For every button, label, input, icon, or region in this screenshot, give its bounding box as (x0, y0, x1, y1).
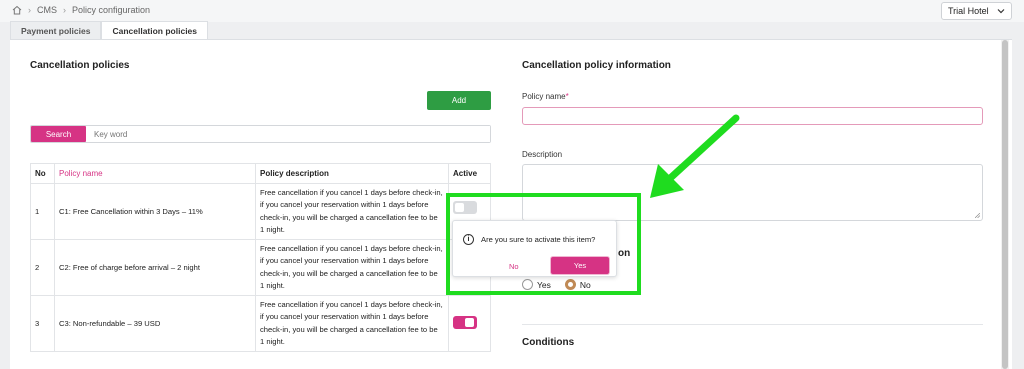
row-active-cell (448, 295, 491, 352)
row-no: 3 (30, 295, 55, 352)
policy-information-title: Cancellation policy information (522, 60, 671, 71)
row-no: 2 (30, 239, 55, 296)
hotel-select-value: Trial Hotel (948, 6, 989, 16)
table-row[interactable]: 2 C2: Free of charge before arrival – 2 … (30, 239, 491, 296)
confirm-message-text: Are you sure to activate this item? (481, 235, 596, 244)
confirm-popover: i Are you sure to activate this item? No… (452, 220, 617, 277)
cancellation-policies-title: Cancellation policies (30, 60, 130, 71)
search-button[interactable]: Search (31, 126, 86, 142)
required-mark: * (565, 92, 569, 101)
row-policy-name: C1: Free Cancellation within 3 Days – 11… (54, 183, 256, 240)
breadcrumb: › CMS › Policy configuration (12, 5, 150, 15)
breadcrumb-cms[interactable]: CMS (37, 5, 57, 15)
top-bar: › CMS › Policy configuration Trial Hotel (0, 0, 1024, 22)
table-row[interactable]: 1 C1: Free Cancellation within 3 Days – … (30, 183, 491, 240)
home-icon[interactable] (12, 5, 22, 15)
header-active: Active (448, 163, 491, 184)
tab-cancellation-policies[interactable]: Cancellation policies (101, 21, 209, 39)
policies-table: No Policy name Policy description Active… (30, 163, 491, 352)
add-button[interactable]: Add (427, 91, 491, 110)
scrollbar-thumb[interactable] (1002, 40, 1008, 369)
keyword-input[interactable] (86, 126, 490, 142)
confirm-yes-button[interactable]: Yes (551, 257, 609, 274)
info-icon: i (463, 234, 474, 245)
scrollbar[interactable] (1001, 40, 1009, 369)
resize-handle-icon[interactable] (975, 213, 980, 218)
confirm-no-button[interactable]: No (509, 262, 519, 271)
confirm-message: i Are you sure to activate this item? (463, 234, 595, 245)
row-policy-name: C3: Non-refundable – 39 USD (54, 295, 256, 352)
chevron-right-icon: › (63, 5, 66, 15)
breadcrumb-policy-configuration: Policy configuration (72, 5, 151, 15)
tab-bar: Payment policies Cancellation policies (10, 21, 209, 39)
active-toggle[interactable] (453, 316, 477, 329)
row-policy-description: Free cancellation if you cancel 1 days b… (255, 239, 449, 296)
search-bar: Search (30, 125, 491, 143)
chevron-down-icon (997, 9, 1005, 14)
annotation-arrow-icon (650, 114, 740, 198)
row-policy-name: C2: Free of charge before arrival – 2 ni… (54, 239, 256, 296)
policy-name-label-text: Policy name (522, 92, 566, 101)
table-header-row: No Policy name Policy description Active (30, 163, 491, 184)
header-policy-name[interactable]: Policy name (54, 163, 256, 184)
chevron-right-icon: › (28, 5, 31, 15)
description-label: Description (522, 150, 563, 159)
table-row[interactable]: 3 C3: Non-refundable – 39 USD Free cance… (30, 295, 491, 352)
header-no: No (30, 163, 55, 184)
row-policy-description: Free cancellation if you cancel 1 days b… (255, 295, 449, 352)
divider (522, 324, 983, 325)
policy-name-label: Policy name* (522, 92, 569, 101)
row-no: 1 (30, 183, 55, 240)
header-policy-description: Policy description (255, 163, 449, 184)
hotel-select[interactable]: Trial Hotel (941, 2, 1012, 20)
policy-name-input[interactable] (522, 107, 983, 125)
row-policy-description: Free cancellation if you cancel 1 days b… (255, 183, 449, 240)
tab-payment-policies[interactable]: Payment policies (10, 21, 102, 39)
conditions-title: Conditions (522, 337, 575, 348)
